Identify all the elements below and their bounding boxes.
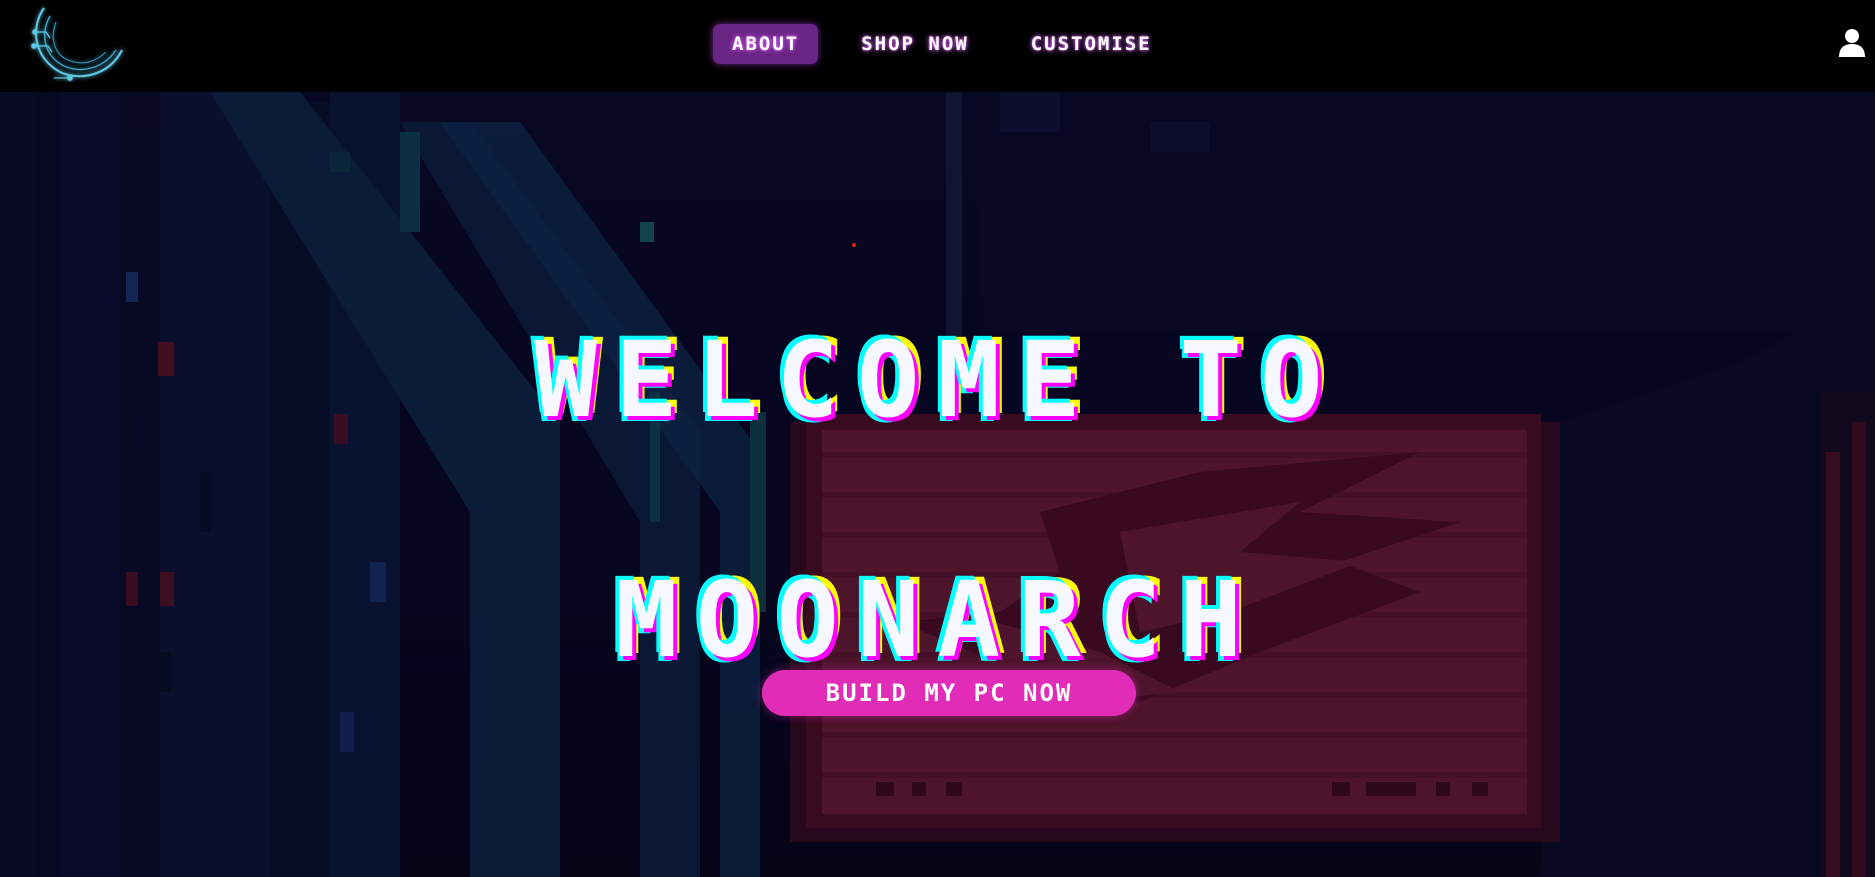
hero-title-line-1: WELCOME TO bbox=[534, 319, 1341, 441]
page: ABOUT SHOP NOW CUSTOMISE WELCOME TO MOON… bbox=[0, 0, 1875, 877]
user-icon[interactable] bbox=[1838, 28, 1866, 58]
top-navbar: ABOUT SHOP NOW CUSTOMISE bbox=[0, 0, 1875, 92]
logo[interactable] bbox=[24, 2, 128, 82]
nav-shop-now[interactable]: SHOP NOW bbox=[842, 24, 988, 64]
red-dot bbox=[852, 243, 856, 247]
crescent-moon-circuit-icon bbox=[31, 7, 123, 81]
hero-title: WELCOME TO MOONARCH bbox=[0, 260, 1875, 740]
build-my-pc-button[interactable]: BUILD MY PC NOW bbox=[762, 670, 1136, 716]
main-nav: ABOUT SHOP NOW CUSTOMISE bbox=[713, 24, 1171, 64]
nav-about[interactable]: ABOUT bbox=[713, 24, 819, 64]
nav-customise[interactable]: CUSTOMISE bbox=[1012, 24, 1171, 64]
